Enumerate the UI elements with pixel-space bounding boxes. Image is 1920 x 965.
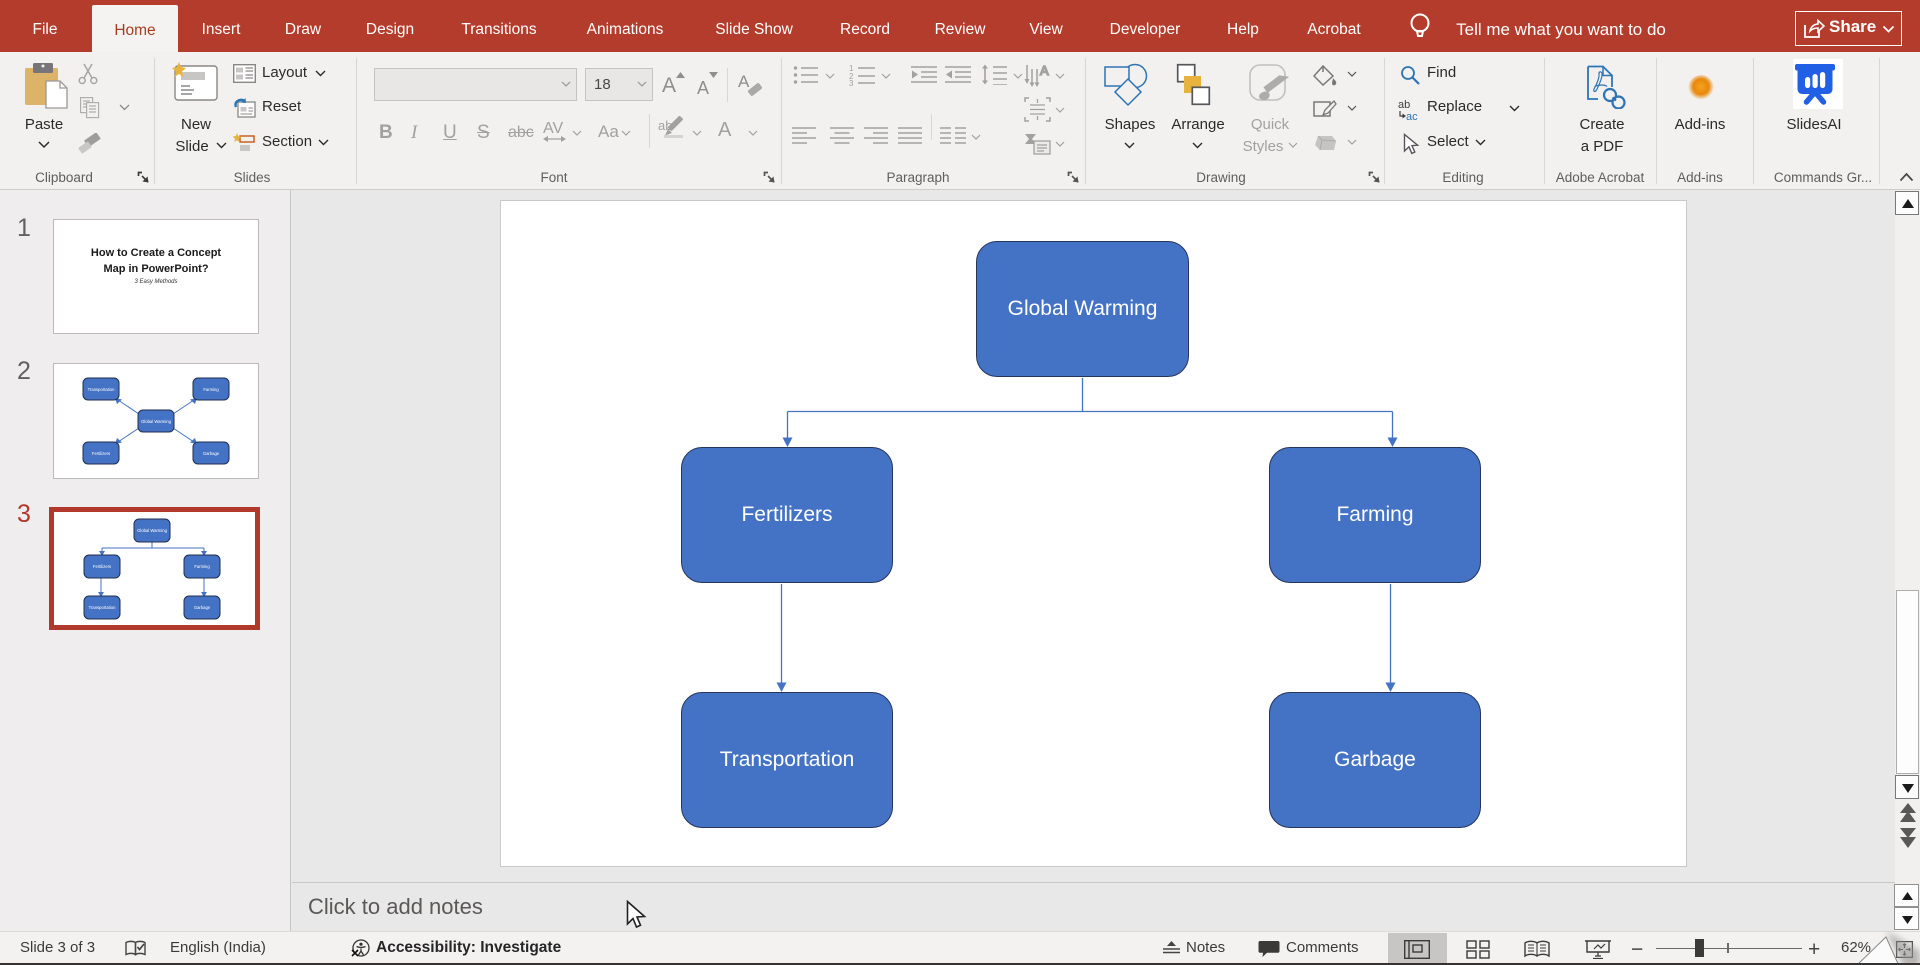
svg-text:Transportation: Transportation	[88, 387, 116, 392]
svg-text:Farming: Farming	[194, 564, 210, 569]
svg-text:ab: ab	[1398, 99, 1410, 111]
svg-text:Garbage: Garbage	[203, 451, 220, 456]
svg-text:Global Warming: Global Warming	[141, 419, 172, 424]
svg-text:ac: ac	[1406, 111, 1418, 121]
svg-text:Fertilizers: Fertilizers	[92, 451, 110, 456]
svg-text:Global Warming: Global Warming	[137, 528, 168, 533]
svg-text:Fertilizers: Fertilizers	[93, 564, 111, 569]
svg-text:Garbage: Garbage	[194, 605, 211, 610]
svg-text:3: 3	[849, 79, 854, 86]
svg-text:Transportation: Transportation	[89, 605, 117, 610]
svg-text:A: A	[1040, 63, 1049, 78]
svg-text:Farming: Farming	[203, 387, 219, 392]
